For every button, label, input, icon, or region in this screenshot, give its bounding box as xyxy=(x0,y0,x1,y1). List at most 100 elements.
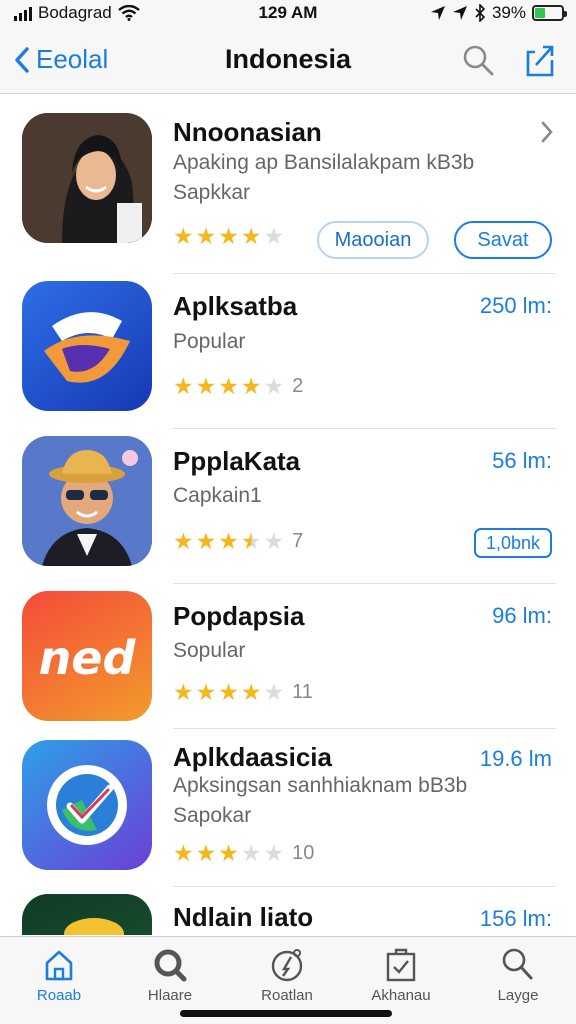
star-full-icon: ★ xyxy=(218,840,239,866)
star-full-icon: ★ xyxy=(240,223,262,249)
star-empty-icon: ★ xyxy=(263,528,285,554)
star-half-icon: ★ xyxy=(240,528,262,554)
tab-label: Akhanau xyxy=(371,987,431,1004)
star-empty-icon: ★ xyxy=(263,373,285,399)
app-subtitle-2: Sapokar xyxy=(173,804,252,827)
share-icon[interactable] xyxy=(522,42,558,78)
app-size: 19.6 lm xyxy=(479,746,552,771)
star-rating: ★ ★ ★ ★ ★ 7 xyxy=(173,530,303,553)
star-full-icon: ★ xyxy=(240,679,262,705)
star-full-icon: ★ xyxy=(173,679,194,705)
app-name: PpplaKata xyxy=(173,446,301,476)
tab-explore[interactable]: Roatlan xyxy=(237,945,337,1004)
star-empty-icon: ★ xyxy=(263,223,285,249)
battery-icon xyxy=(532,5,567,21)
search-bold-icon xyxy=(154,949,187,982)
list-item[interactable]: Nnoonasian Apaking ap Bansilalakpam kB3b… xyxy=(0,95,576,274)
divider xyxy=(173,886,556,887)
list-item[interactable]: PpplaKata 56 lm: Capkain1 ★ ★ ★ ★ ★ 7 1,0bnk xyxy=(0,428,576,584)
navigation-bar: Eeolal Indonesia xyxy=(0,28,576,94)
star-empty-icon: ★ xyxy=(240,840,262,866)
star-full-icon: ★ xyxy=(173,840,194,866)
app-icon-check xyxy=(22,740,152,870)
star-full-icon: ★ xyxy=(218,679,239,705)
star-full-icon: ★ xyxy=(240,373,262,399)
app-icon-cartoon xyxy=(22,436,152,566)
app-name: Ndlain liato xyxy=(173,902,314,932)
app-icon-green xyxy=(22,894,152,935)
app-subtitle: Popular xyxy=(173,330,246,353)
clipboard-icon xyxy=(386,948,416,982)
home-indicator xyxy=(180,1010,392,1017)
star-empty-icon: ★ xyxy=(263,840,285,866)
star-rating: ★ ★ ★ ★ ★ 11 xyxy=(173,681,313,704)
bluetooth-icon xyxy=(475,4,486,22)
list-item[interactable]: Ndlain liato 156 lm: xyxy=(0,888,576,935)
battery-fill xyxy=(535,8,546,18)
rating-count: 2 xyxy=(292,375,304,397)
secondary-button[interactable]: Maooian xyxy=(317,221,429,259)
blue-swoosh-logo xyxy=(44,312,130,383)
green-yellow-logo xyxy=(64,918,124,935)
app-name: Popdapsia xyxy=(173,601,305,631)
ned-logo: ned xyxy=(38,631,136,685)
rating-count: 7 xyxy=(292,530,304,552)
tab-home[interactable]: Roaab xyxy=(9,945,109,1004)
star-full-icon: ★ xyxy=(218,223,239,249)
app-name: Aplkdaasicia xyxy=(173,742,332,772)
app-subtitle: Capkain1 xyxy=(173,484,262,507)
compass-icon xyxy=(271,949,303,982)
rating-count: 11 xyxy=(292,681,313,703)
list-item[interactable]: ned Popdapsia 96 lm: Sopular ★ ★ ★ ★ ★ 11 xyxy=(0,583,576,729)
status-bar: Bodagrad 129 AM 39% xyxy=(0,0,576,28)
checkmark-badge-logo xyxy=(47,765,127,845)
app-size: 56 lm: xyxy=(492,448,552,473)
star-full-icon: ★ xyxy=(195,679,217,705)
app-list: Nnoonasian Apaking ap Bansilalakpam kB3b… xyxy=(0,95,576,935)
star-rating: ★ ★ ★ ★ ★ 2 xyxy=(173,375,303,398)
star-full-icon: ★ xyxy=(173,223,194,249)
cartoon-man-hat xyxy=(22,436,152,566)
star-rating: ★ ★ ★ ★ ★ 10 xyxy=(173,842,314,865)
star-full-icon: ★ xyxy=(173,373,194,399)
star-full-icon: ★ xyxy=(218,373,239,399)
battery-percent: 39% xyxy=(491,3,526,22)
app-name: Nnoonasian xyxy=(173,117,322,147)
magnifier-icon xyxy=(502,948,533,980)
star-empty-icon: ★ xyxy=(263,679,285,705)
list-item[interactable]: Aplksatba 250 lm: Popular ★ ★ ★ ★ ★ 2 xyxy=(0,273,576,429)
star-rating: ★ ★ ★ ★ ★ xyxy=(173,225,284,248)
tab-label: Roaab xyxy=(36,987,82,1004)
app-subtitle-2: Sapkkar xyxy=(173,181,251,204)
app-size: 96 lm: xyxy=(492,603,552,628)
star-full-icon: ★ xyxy=(195,528,217,554)
chevron-right-icon[interactable] xyxy=(540,121,554,143)
app-icon-blue xyxy=(22,281,152,411)
tab-label: Roatlan xyxy=(261,987,313,1004)
star-full-icon: ★ xyxy=(218,528,239,554)
app-size: 250 lm: xyxy=(479,293,552,318)
rating-count: 10 xyxy=(292,842,315,864)
tab-updates[interactable]: Akhanau xyxy=(351,945,451,1004)
woman-hijab-photo xyxy=(22,113,152,243)
location-icon xyxy=(430,6,445,20)
app-subtitle: Apaking ap Bansilalakpam kB3b xyxy=(173,151,475,174)
list-item[interactable]: Aplkdaasicia 19.6 lm Apksingsan sanhhiak… xyxy=(0,728,576,888)
star-full-icon: ★ xyxy=(195,373,217,399)
star-full-icon: ★ xyxy=(173,528,194,554)
tab-label: Hlaare xyxy=(147,987,193,1004)
primary-button[interactable]: Savat xyxy=(454,221,552,259)
app-size: 156 lm: xyxy=(479,906,552,931)
tab-search[interactable]: Hlaare xyxy=(120,945,220,1004)
app-subtitle: Apksingsan sanhhiaknam bB3b xyxy=(173,774,468,797)
location-icon xyxy=(452,6,467,20)
home-icon xyxy=(45,950,73,981)
get-button[interactable]: 1,0bnk xyxy=(473,528,552,558)
app-icon-ned: ned xyxy=(22,591,152,721)
star-full-icon: ★ xyxy=(195,840,217,866)
search-icon[interactable] xyxy=(460,42,496,78)
app-icon-photo xyxy=(22,113,152,243)
status-right: 39% xyxy=(430,3,567,23)
app-name: Aplksatba xyxy=(173,291,298,321)
tab-lookup[interactable]: Layge xyxy=(468,945,568,1004)
